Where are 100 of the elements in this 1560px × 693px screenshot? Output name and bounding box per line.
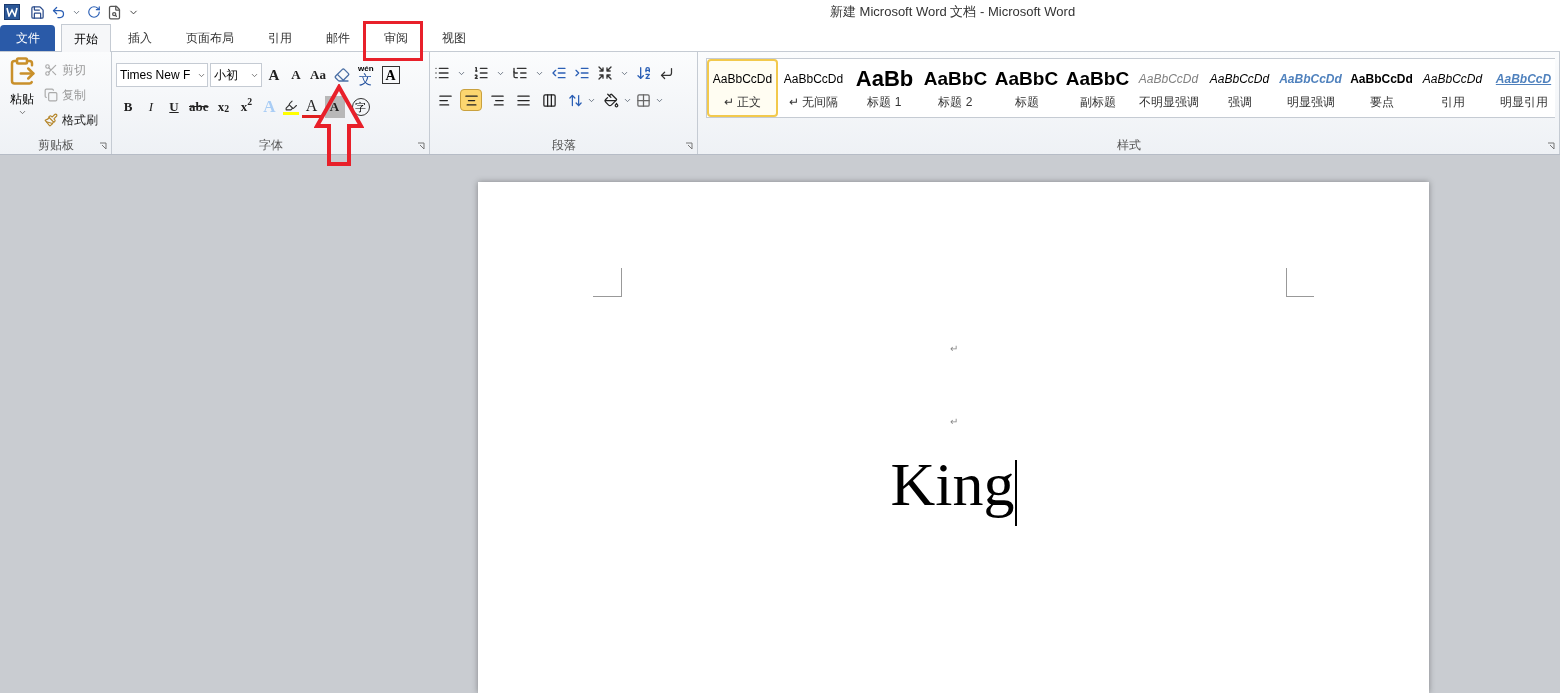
style-item[interactable]: AaBbC 标题 <box>991 59 1062 117</box>
decrease-indent-icon[interactable] <box>551 65 567 81</box>
strikethrough-button[interactable]: abe <box>187 96 211 118</box>
style-item[interactable]: AaBbC 标题 2 <box>920 59 991 117</box>
style-preview: AaBbCcDd <box>1209 71 1270 88</box>
window-title: 新建 Microsoft Word 文档 - Microsoft Word <box>830 3 1076 22</box>
underline-button[interactable]: U <box>164 96 184 118</box>
change-case-button[interactable]: Aa <box>308 64 328 86</box>
style-label: 引用 <box>1440 94 1465 111</box>
redo-icon[interactable] <box>87 5 101 19</box>
subscript-button[interactable]: x$_{2}$ <box>213 96 234 118</box>
style-label: 标题 2 <box>938 94 973 111</box>
numbering-icon[interactable] <box>473 65 489 81</box>
bold-button[interactable]: B <box>118 96 138 118</box>
dialog-launcher-icon[interactable] <box>685 142 693 150</box>
style-preview: AaBbC <box>923 67 988 91</box>
style-item[interactable]: AaBb 标题 1 <box>849 59 920 117</box>
text-cursor <box>1014 460 1017 526</box>
style-item[interactable]: AaBbCcDd 要点 <box>1346 59 1417 117</box>
ribbon-tab[interactable]: 开始 <box>61 24 111 52</box>
style-item[interactable]: AaBbCcDd 引用 <box>1417 59 1488 117</box>
group-label: 样式 <box>1115 137 1142 154</box>
style-preview: AaBbCcDd <box>1350 71 1413 88</box>
ribbon-tab[interactable]: 视图 <box>425 25 483 51</box>
style-item[interactable]: AaBbCcDd 不明显强调 <box>1133 59 1204 117</box>
style-label: 要点 <box>1369 94 1394 111</box>
phonetic-char: 文 <box>359 72 373 86</box>
show-marks-icon[interactable] <box>659 65 674 81</box>
style-item[interactable]: AaBbCcDd 明显强调 <box>1275 59 1346 117</box>
shrink-font-button[interactable]: A <box>286 64 306 86</box>
style-item[interactable]: AaBbCcDd ↵ 正文 <box>707 59 778 117</box>
scissors-icon <box>44 63 58 77</box>
align-icon <box>489 92 505 108</box>
align-icon <box>541 92 557 108</box>
increase-indent-icon[interactable] <box>574 65 590 81</box>
style-label: 不明显强调 <box>1138 94 1199 111</box>
align-icon <box>463 92 479 108</box>
style-item[interactable]: AaBbCcDd 强调 <box>1204 59 1275 117</box>
ribbon-tab[interactable]: 页面布局 <box>169 25 251 51</box>
paint-bucket-icon[interactable] <box>604 92 619 108</box>
painter-button[interactable]: 格式刷 <box>44 110 98 130</box>
clear-formatting-icon[interactable] <box>334 67 350 83</box>
paste-button[interactable]: 粘贴 <box>4 56 40 130</box>
style-label: 副标题 <box>1079 94 1116 111</box>
document-text: King <box>890 449 1015 520</box>
character-border-button[interactable]: A <box>381 66 400 84</box>
ribbon-tab[interactable]: 邮件 <box>309 25 367 51</box>
style-label: 标题 <box>1014 94 1039 111</box>
print-preview-icon[interactable] <box>107 4 122 20</box>
style-preview: AaBb <box>855 65 914 93</box>
group-label: 字体 <box>257 137 284 154</box>
sort-icon[interactable] <box>636 65 652 81</box>
multilevel-list-icon[interactable] <box>512 65 528 81</box>
italic-button[interactable]: I <box>141 96 161 118</box>
style-preview: AaBbC <box>1065 67 1130 91</box>
style-label: ↵ 正文 <box>723 94 762 111</box>
copy-icon <box>44 88 58 102</box>
style-item[interactable]: AaBbCcD 明显引用 <box>1488 59 1559 117</box>
phonetic-guide-button[interactable]: wén 文 <box>356 64 376 86</box>
font-name-field[interactable]: Times New F <box>116 63 208 87</box>
save-icon[interactable] <box>30 4 45 20</box>
style-preview: AaBbCcDd <box>1422 71 1483 88</box>
superscript-button[interactable]: x$^{2}$ <box>236 96 257 118</box>
caret-icon <box>17 108 27 117</box>
style-preview: AaBbCcD <box>1495 71 1552 88</box>
paragraph-mark: ↵ <box>949 342 958 356</box>
ribbon-tab[interactable]: 插入 <box>111 25 169 51</box>
align-icon <box>515 92 531 108</box>
style-preview: AaBbCcDd <box>1138 71 1199 88</box>
align-button[interactable] <box>460 89 482 111</box>
highlighter-icon[interactable] <box>282 99 299 115</box>
style-item[interactable]: AaBbCcDd ↵ 无间隔 <box>778 59 849 117</box>
style-item[interactable]: AaBbC 副标题 <box>1062 59 1133 117</box>
line-spacing-icon[interactable] <box>568 92 583 108</box>
style-preview: AaBbCcDd <box>712 71 773 88</box>
grow-font-button[interactable]: A <box>264 64 284 86</box>
style-label: 明显强调 <box>1286 94 1335 111</box>
borders-icon[interactable] <box>636 92 651 108</box>
font-size-field[interactable]: 小初 <box>210 63 262 87</box>
bullets-icon[interactable] <box>434 65 450 81</box>
font-color-button[interactable]: A <box>301 96 322 118</box>
group-label: 段落 <box>550 137 577 154</box>
style-label: 明显引用 <box>1499 94 1548 111</box>
style-preview: AaBbCcDd <box>1279 71 1342 88</box>
style-label: 强调 <box>1227 94 1252 111</box>
ribbon-tab[interactable]: 审阅 <box>367 25 425 51</box>
pinyin-text: wén <box>358 64 374 73</box>
dialog-launcher-icon[interactable] <box>417 142 425 150</box>
paragraph-mark: ↵ <box>949 415 958 429</box>
ribbon-tab[interactable]: 引用 <box>251 25 309 51</box>
style-preview: AaBbC <box>994 67 1059 91</box>
file-tab[interactable]: 文件 <box>0 25 55 51</box>
dialog-launcher-icon[interactable] <box>99 142 107 150</box>
word-app-icon[interactable] <box>4 4 20 20</box>
margin-corner-mark <box>1286 268 1314 297</box>
style-label: 标题 1 <box>867 94 902 111</box>
undo-icon[interactable] <box>51 4 66 20</box>
dialog-launcher-icon[interactable] <box>1547 142 1555 150</box>
margin-corner-mark <box>593 268 622 297</box>
style-preview: AaBbCcDd <box>783 71 844 88</box>
